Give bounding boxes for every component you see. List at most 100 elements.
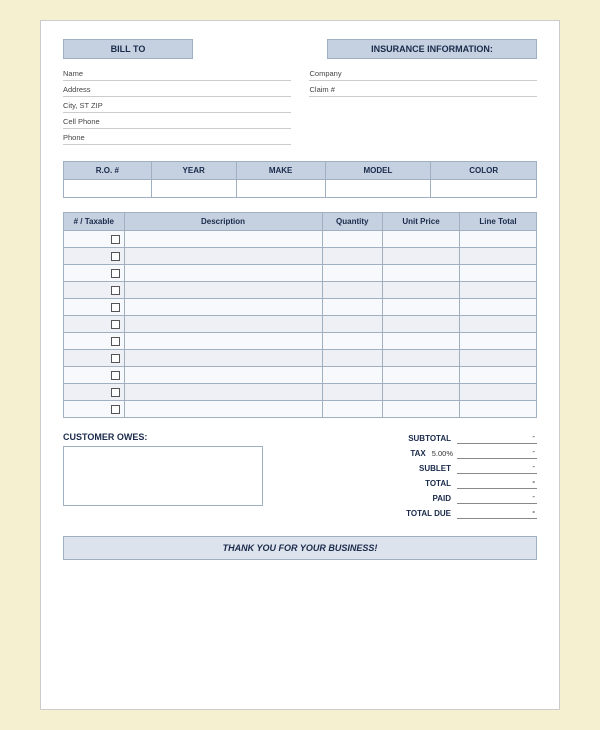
item-total-cell xyxy=(460,248,537,265)
paid-label: PAID xyxy=(338,494,457,503)
item-num-cell xyxy=(64,282,125,299)
item-qty-cell xyxy=(322,248,383,265)
checkbox-icon[interactable] xyxy=(111,286,120,295)
info-section: Name Address City, ST ZIP Cell Phone Pho… xyxy=(63,69,537,149)
item-desc-cell xyxy=(124,367,322,384)
item-total-cell xyxy=(460,384,537,401)
item-total-cell xyxy=(460,231,537,248)
vehicle-table: R.O. # YEAR MAKE MODEL COLOR xyxy=(63,161,537,198)
sublet-row: SUBLET - xyxy=(338,462,537,474)
company-field: Company xyxy=(309,69,537,81)
item-desc-cell xyxy=(124,350,322,367)
item-num-cell xyxy=(64,401,125,418)
total-row: TOTAL - xyxy=(338,477,537,489)
checkbox-icon[interactable] xyxy=(111,252,120,261)
item-desc-cell xyxy=(124,265,322,282)
item-price-cell xyxy=(383,367,460,384)
items-table: # / Taxable Description Quantity Unit Pr… xyxy=(63,212,537,418)
tax-pct: 5.00% xyxy=(432,449,453,458)
table-row xyxy=(64,248,537,265)
checkbox-icon[interactable] xyxy=(111,354,120,363)
item-num-cell xyxy=(64,265,125,282)
checkbox-icon[interactable] xyxy=(111,405,120,414)
table-row xyxy=(64,350,537,367)
table-row xyxy=(64,231,537,248)
item-total-cell xyxy=(460,265,537,282)
item-num-cell xyxy=(64,248,125,265)
table-row xyxy=(64,299,537,316)
phone-label: Phone xyxy=(63,133,85,142)
checkbox-icon[interactable] xyxy=(111,371,120,380)
vehicle-color-value xyxy=(431,180,537,198)
checkbox-icon[interactable] xyxy=(111,235,120,244)
claim-field: Claim # xyxy=(309,85,537,97)
tax-row: TAX 5.00% - xyxy=(338,447,537,459)
items-col-qty: Quantity xyxy=(322,213,383,231)
company-label: Company xyxy=(309,69,341,78)
item-qty-cell xyxy=(322,333,383,350)
item-desc-cell xyxy=(124,248,322,265)
item-total-cell xyxy=(460,282,537,299)
vehicle-ro-value xyxy=(64,180,152,198)
item-desc-cell xyxy=(124,316,322,333)
cell-label: Cell Phone xyxy=(63,117,100,126)
name-field: Name xyxy=(63,69,291,81)
item-qty-cell xyxy=(322,350,383,367)
city-label: City, ST ZIP xyxy=(63,101,103,110)
invoice-page: BILL TO INSURANCE INFORMATION: Name Addr… xyxy=(40,20,560,710)
item-desc-cell xyxy=(124,384,322,401)
bill-to-fields: Name Address City, ST ZIP Cell Phone Pho… xyxy=(63,69,291,149)
item-desc-cell xyxy=(124,282,322,299)
subtotal-label: SUBTOTAL xyxy=(338,434,457,443)
items-col-num: # / Taxable xyxy=(64,213,125,231)
vehicle-data-row xyxy=(64,180,537,198)
totals-section: SUBTOTAL - TAX 5.00% - SUBLET - TOTAL - … xyxy=(338,432,537,522)
vehicle-col-make: MAKE xyxy=(236,162,325,180)
tax-label: TAX xyxy=(338,449,432,458)
item-qty-cell xyxy=(322,316,383,333)
bottom-section: CUSTOMER OWES: SUBTOTAL - TAX 5.00% - SU… xyxy=(63,432,537,522)
checkbox-icon[interactable] xyxy=(111,320,120,329)
phone-field: Phone xyxy=(63,133,291,145)
item-qty-cell xyxy=(322,367,383,384)
item-desc-cell xyxy=(124,333,322,350)
item-qty-cell xyxy=(322,299,383,316)
total-value: - xyxy=(457,477,537,489)
item-num-cell xyxy=(64,384,125,401)
vehicle-make-value xyxy=(236,180,325,198)
item-total-cell xyxy=(460,367,537,384)
item-price-cell xyxy=(383,265,460,282)
checkbox-icon[interactable] xyxy=(111,388,120,397)
checkbox-icon[interactable] xyxy=(111,303,120,312)
tax-value: - xyxy=(457,447,537,459)
item-price-cell xyxy=(383,248,460,265)
checkbox-icon[interactable] xyxy=(111,337,120,346)
item-desc-cell xyxy=(124,299,322,316)
item-num-cell xyxy=(64,316,125,333)
item-price-cell xyxy=(383,316,460,333)
table-row xyxy=(64,333,537,350)
table-row xyxy=(64,401,537,418)
item-total-cell xyxy=(460,299,537,316)
items-col-total: Line Total xyxy=(460,213,537,231)
item-num-cell xyxy=(64,367,125,384)
item-price-cell xyxy=(383,333,460,350)
cell-field: Cell Phone xyxy=(63,117,291,129)
item-desc-cell xyxy=(124,231,322,248)
item-qty-cell xyxy=(322,282,383,299)
address-label: Address xyxy=(63,85,91,94)
paid-row: PAID - xyxy=(338,492,537,504)
item-price-cell xyxy=(383,350,460,367)
footer: THANK YOU FOR YOUR BUSINESS! xyxy=(63,536,537,560)
item-price-cell xyxy=(383,282,460,299)
item-total-cell xyxy=(460,316,537,333)
item-num-cell xyxy=(64,333,125,350)
item-price-cell xyxy=(383,384,460,401)
claim-label: Claim # xyxy=(309,85,334,94)
table-row xyxy=(64,265,537,282)
table-row xyxy=(64,316,537,333)
item-qty-cell xyxy=(322,401,383,418)
table-row xyxy=(64,384,537,401)
checkbox-icon[interactable] xyxy=(111,269,120,278)
paid-value: - xyxy=(457,492,537,504)
